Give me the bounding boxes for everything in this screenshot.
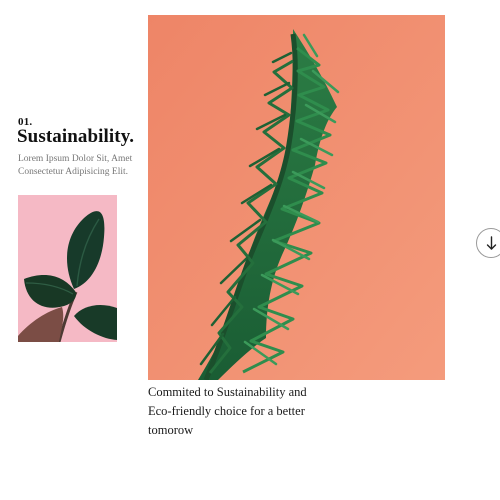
norfolk-pine-photo <box>148 15 445 380</box>
rubber-plant-photo <box>18 195 117 342</box>
scroll-down-button[interactable] <box>476 228 500 258</box>
arrow-down-icon <box>486 236 497 250</box>
caption-text: Commited to Sustainability and Eco-frien… <box>148 385 307 437</box>
section-subtitle: Lorem Ipsum Dolor Sit, Amet Consectetur … <box>18 154 133 177</box>
section-title: Sustainability. <box>17 126 135 147</box>
